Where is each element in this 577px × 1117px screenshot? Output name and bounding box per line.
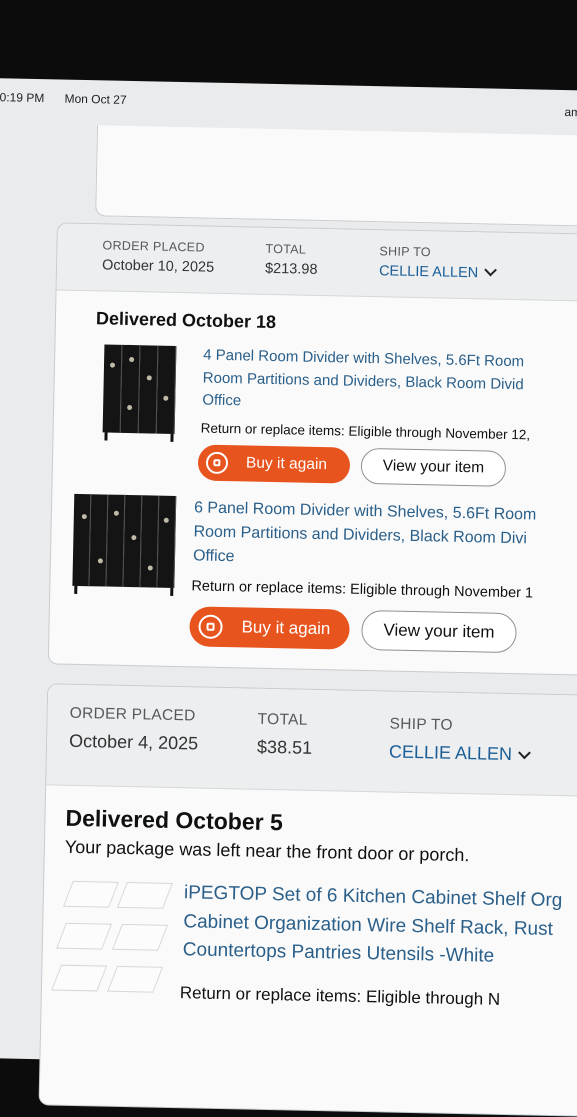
order-ship-to: SHIP TO CELLIE ALLEN	[378, 244, 498, 282]
return-eligibility: Return or replace items: Eligible throug…	[200, 420, 531, 443]
product-title-link[interactable]: 6 Panel Room Divider with Shelves, 5.6Ft…	[193, 496, 537, 575]
order-header: ORDER PLACED October 4, 2025 TOTAL $38.5…	[46, 684, 577, 798]
order-card: ORDER PLACED October 4, 2025 TOTAL $38.5…	[38, 683, 577, 1117]
buy-again-button[interactable]: Buy it again	[197, 444, 351, 484]
order-header: ORDER PLACED October 10, 2025 TOTAL $213…	[56, 223, 577, 303]
view-your-item-button[interactable]: View your item	[361, 609, 517, 654]
status-site: am	[564, 105, 577, 120]
buy-again-icon	[198, 614, 223, 639]
ship-to-name: CELLIE ALLEN	[388, 741, 513, 765]
view-item-label: View your item	[383, 620, 495, 642]
order-placed-label: ORDER PLACED	[69, 704, 196, 725]
total-label: TOTAL	[257, 710, 308, 729]
order-placed: ORDER PLACED October 4, 2025	[69, 705, 199, 755]
chevron-down-icon	[518, 746, 531, 760]
order-placed-label: ORDER PLACED	[102, 238, 205, 255]
product-title-link[interactable]: iPEGTOP Set of 6 Kitchen Cabinet Shelf O…	[182, 879, 563, 972]
buy-again-icon	[205, 451, 229, 475]
buy-again-label: Buy it again	[245, 454, 328, 474]
total-value: $38.51	[256, 736, 313, 758]
product-image-6-panel-divider[interactable]	[68, 491, 181, 599]
product-image-4-panel-divider[interactable]	[98, 342, 183, 445]
total-label: TOTAL	[265, 241, 307, 257]
product-image-wire-shelves[interactable]	[51, 877, 174, 999]
view-item-label: View your item	[382, 457, 485, 477]
order-card: ORDER PLACED October 10, 2025 TOTAL $213…	[47, 222, 577, 677]
ship-to-dropdown[interactable]: CELLIE ALLEN	[388, 741, 531, 766]
ship-to-name: CELLIE ALLEN	[378, 263, 479, 282]
order-item: 6 Panel Room Divider with Shelves, 5.6Ft…	[52, 491, 577, 654]
ship-to-dropdown[interactable]: CELLIE ALLEN	[378, 263, 498, 282]
return-eligibility: Return or replace items: Eligible throug…	[179, 983, 501, 1009]
order-placed-value: October 4, 2025	[68, 730, 199, 754]
delivery-status: Delivered October 5	[65, 804, 284, 836]
order-ship-to: SHIP TO CELLIE ALLEN	[388, 715, 531, 766]
order-item: 4 Panel Room Divider with Shelves, 5.6Ft…	[55, 341, 577, 487]
total-value: $213.98	[264, 260, 318, 278]
ship-to-label: SHIP TO	[379, 244, 432, 260]
chevron-down-icon	[484, 263, 498, 277]
view-your-item-button[interactable]: View your item	[360, 447, 507, 487]
order-total: TOTAL $38.51	[257, 711, 313, 759]
ship-to-label: SHIP TO	[389, 715, 454, 734]
delivery-status: Delivered October 18	[95, 308, 277, 333]
status-date: Mon Oct 27	[64, 91, 127, 107]
tablet-screen: 0:19 PM Mon Oct 27 am ORDER PLACED Octob…	[0, 78, 577, 1117]
buy-again-label: Buy it again	[241, 617, 331, 639]
status-time: 0:19 PM	[0, 90, 45, 106]
previous-order-card	[95, 125, 577, 228]
status-bar: 0:19 PM Mon Oct 27 am	[0, 88, 577, 123]
return-eligibility: Return or replace items: Eligible throug…	[191, 578, 534, 602]
order-placed: ORDER PLACED October 10, 2025	[102, 238, 215, 275]
buy-again-button[interactable]: Buy it again	[189, 606, 350, 650]
product-title-link[interactable]: 4 Panel Room Divider with Shelves, 5.6Ft…	[202, 345, 524, 419]
order-placed-value: October 10, 2025	[101, 257, 215, 276]
order-item: iPEGTOP Set of 6 Kitchen Cabinet Shelf O…	[44, 876, 577, 1009]
order-total: TOTAL $213.98	[265, 242, 318, 278]
delivery-note: Your package was left near the front doo…	[64, 836, 470, 866]
